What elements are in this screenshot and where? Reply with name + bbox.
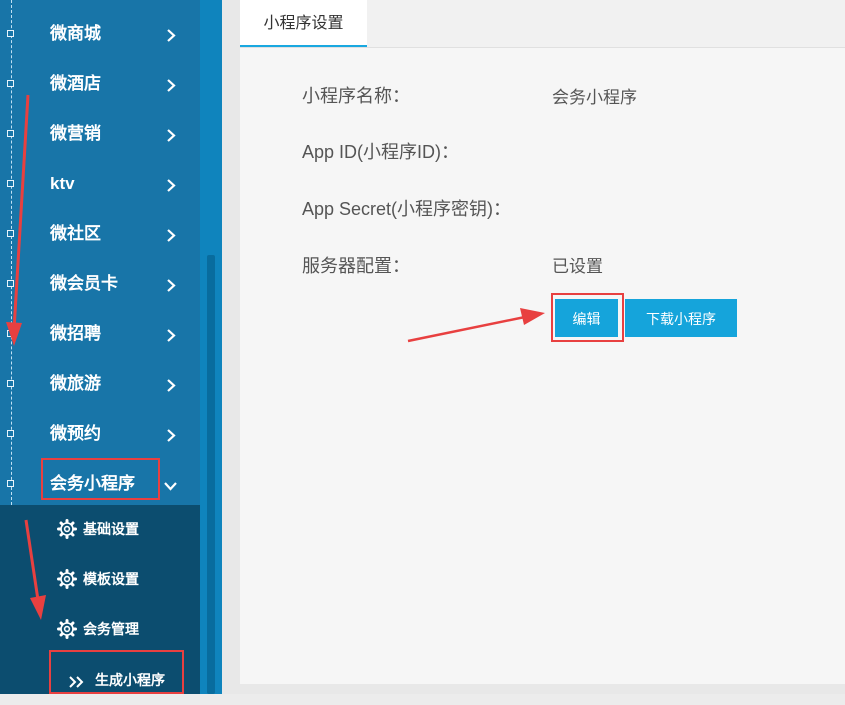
submenu-item-basic-settings[interactable]: 基础设置	[0, 505, 200, 555]
timeline-dot-icon	[7, 180, 14, 187]
chevron-right-icon	[167, 229, 176, 242]
sidebar-item-travel[interactable]: 微旅游	[0, 355, 200, 405]
submenu-item-label: 会务管理	[83, 621, 139, 637]
field-value-name: 会务小程序	[552, 88, 637, 107]
sidebar-item-label: 微营销	[50, 124, 101, 143]
gear-icon	[57, 519, 77, 539]
sidebar-item-recruit[interactable]: 微招聘	[0, 305, 200, 355]
sidebar-item-label: 微旅游	[50, 374, 101, 393]
field-label-name: 小程序名称：	[302, 86, 410, 106]
sidebar-item-member-card[interactable]: 微会员卡	[0, 255, 200, 305]
sidebar-item-label: 微会员卡	[50, 274, 118, 293]
gear-icon	[57, 619, 77, 639]
chevron-right-icon	[167, 129, 176, 142]
sidebar-item-label: ktv	[50, 174, 75, 193]
timeline-dot-icon	[7, 380, 14, 387]
timeline-dot-icon	[7, 230, 14, 237]
timeline-dot-icon	[7, 30, 14, 37]
chevron-right-icon	[167, 329, 176, 342]
timeline-dot-icon	[7, 130, 14, 137]
sidebar-item-marketing[interactable]: 微营销	[0, 105, 200, 155]
sidebar-item-community[interactable]: 微社区	[0, 205, 200, 255]
field-label-app-id: App ID(小程序ID)：	[302, 142, 460, 162]
timeline-dot-icon	[7, 280, 14, 287]
sidebar-item-hotel[interactable]: 微酒店	[0, 55, 200, 105]
annotation-highlight-box	[551, 293, 624, 342]
sidebar-item-shop[interactable]: 微商城	[0, 5, 200, 55]
chevron-right-icon	[167, 279, 176, 292]
annotation-highlight-box	[49, 650, 184, 694]
submenu-item-conference-management[interactable]: 会务管理	[0, 605, 200, 655]
submenu-item-label: 基础设置	[83, 521, 139, 537]
download-miniprogram-button[interactable]: 下载小程序	[625, 299, 737, 337]
sidebar-item-ktv[interactable]: ktv	[0, 155, 200, 205]
tab-miniprogram-settings[interactable]: 小程序设置	[240, 0, 367, 47]
chevron-right-icon	[167, 379, 176, 392]
sidebar-item-label: 微社区	[50, 224, 101, 243]
timeline-dot-icon	[7, 330, 14, 337]
sidebar-scrollbar-thumb[interactable]	[207, 255, 215, 694]
sidebar-item-label: 微商城	[50, 24, 101, 43]
timeline-dot-icon	[7, 430, 14, 437]
submenu-item-template-settings[interactable]: 模板设置	[0, 555, 200, 605]
field-value-server-config: 已设置	[552, 257, 603, 276]
chevron-down-icon	[164, 482, 177, 491]
timeline-dot-icon	[7, 80, 14, 87]
chevron-right-icon	[167, 29, 176, 42]
sidebar-item-label: 微招聘	[50, 324, 101, 343]
gear-icon	[57, 569, 77, 589]
sidebar-item-label: 微酒店	[50, 74, 101, 93]
submenu-item-label: 模板设置	[83, 571, 139, 587]
sidebar-item-label: 微预约	[50, 424, 101, 443]
timeline-dot-icon	[7, 480, 14, 487]
field-label-server-config: 服务器配置：	[302, 256, 410, 276]
chevron-right-icon	[167, 79, 176, 92]
annotation-highlight-box	[41, 458, 160, 500]
chevron-right-icon	[167, 429, 176, 442]
sidebar-item-booking[interactable]: 微预约	[0, 405, 200, 455]
field-label-app-secret: App Secret(小程序密钥)：	[302, 199, 512, 219]
chevron-right-icon	[167, 179, 176, 192]
